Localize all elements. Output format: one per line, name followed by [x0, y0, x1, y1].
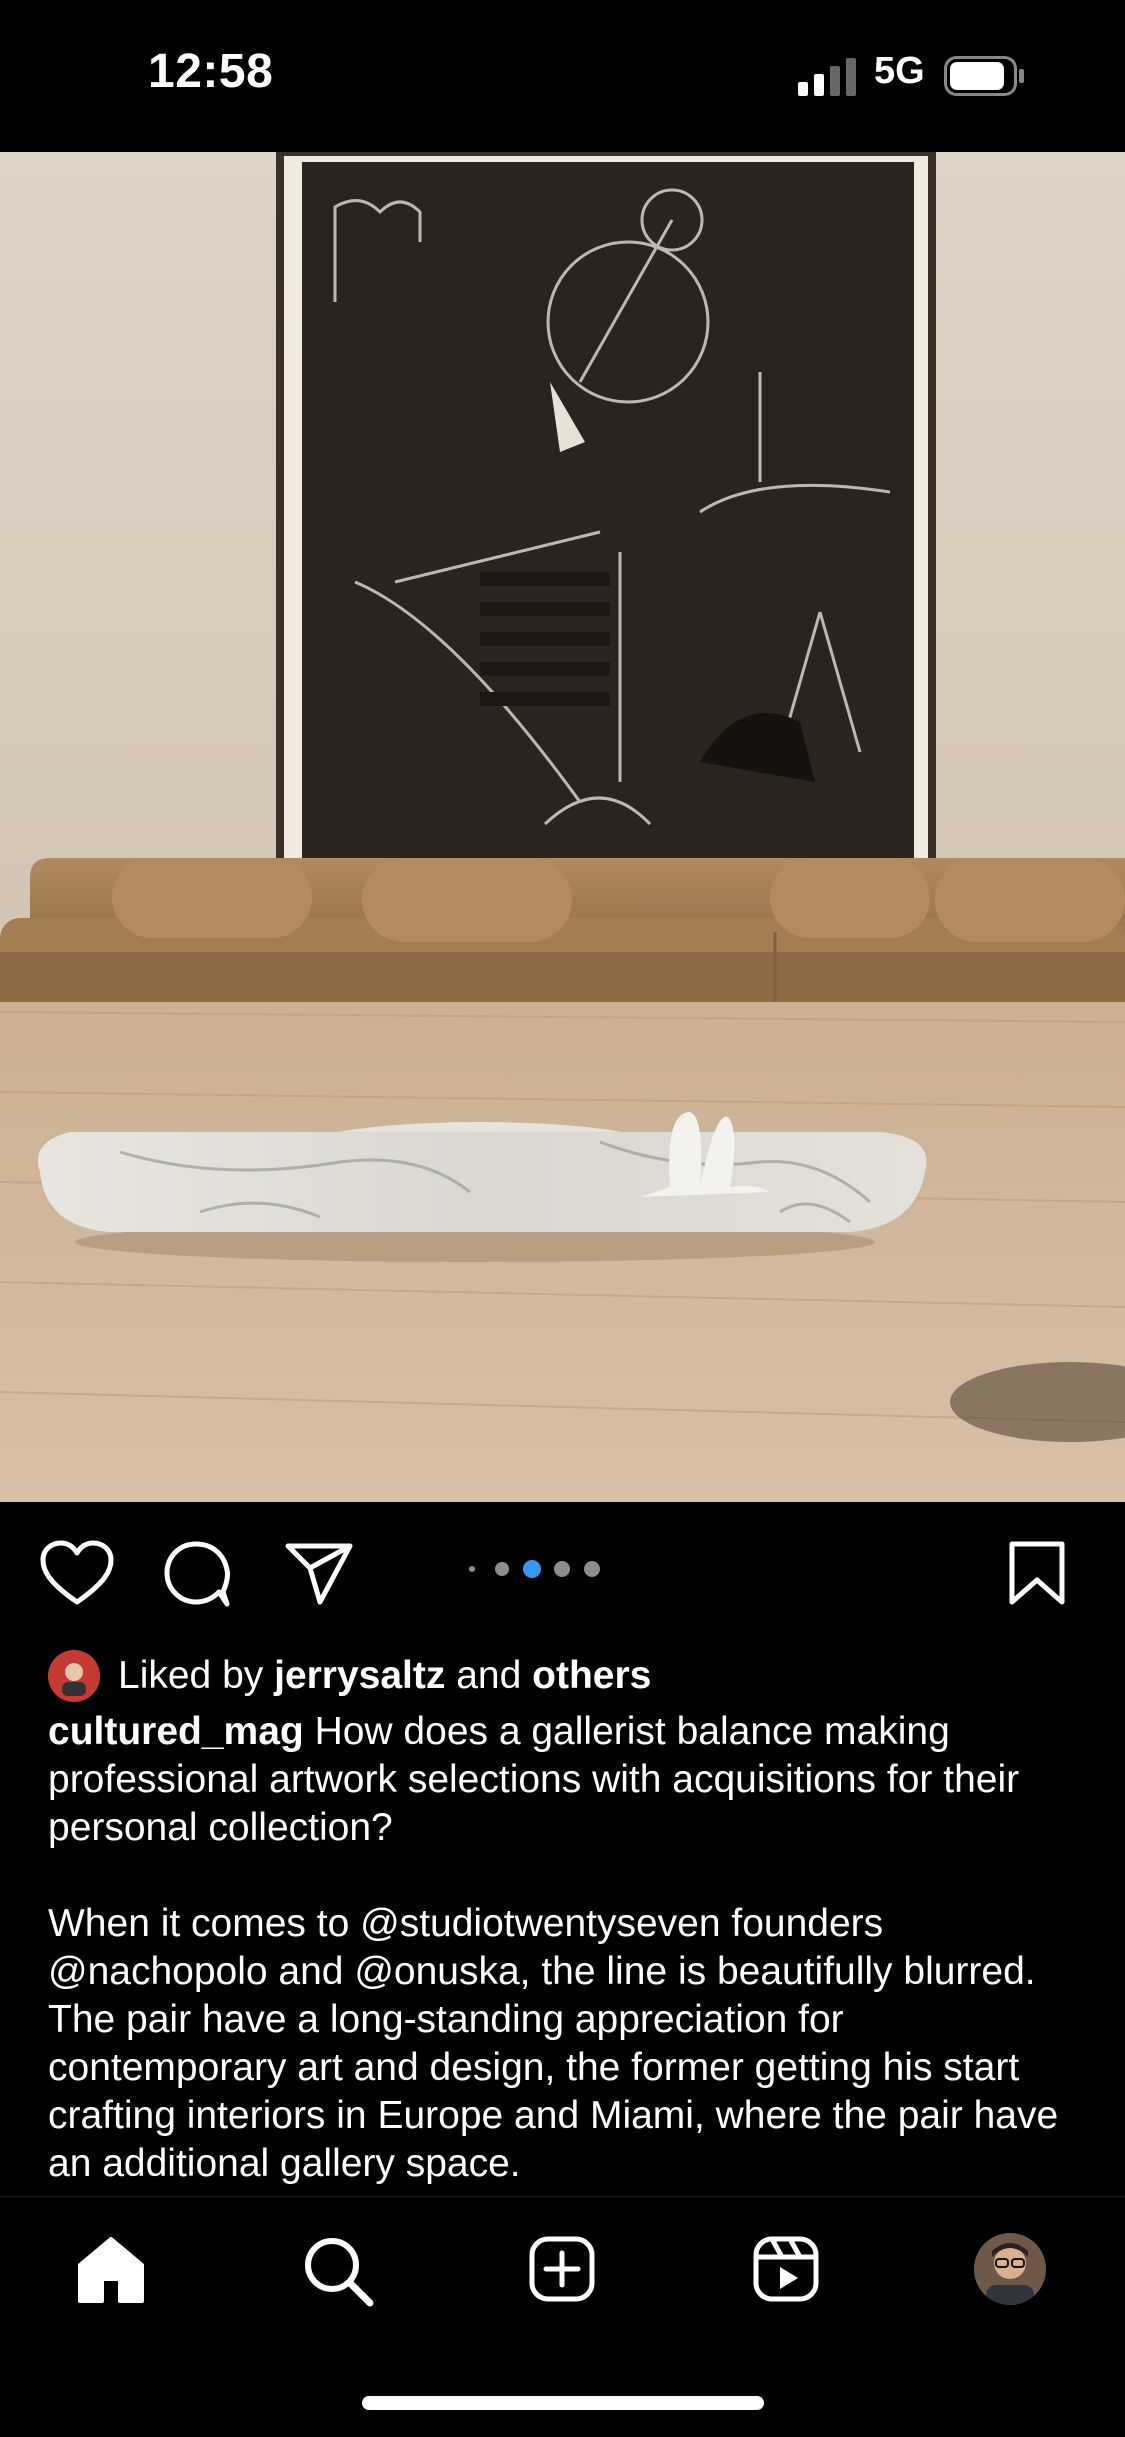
- comment-icon[interactable]: [163, 1540, 231, 1608]
- network-label: 5G: [874, 50, 925, 92]
- likes-joiner: and: [456, 1654, 522, 1697]
- likes-prefix: Liked by: [118, 1654, 264, 1697]
- heart-icon[interactable]: [40, 1540, 114, 1606]
- home-icon[interactable]: [76, 2235, 146, 2305]
- liker-username[interactable]: jerrysaltz: [274, 1654, 445, 1698]
- status-time: 12:58: [148, 45, 274, 98]
- photo-illustration: [0, 152, 1125, 1502]
- home-indicator[interactable]: [362, 2396, 764, 2410]
- likes-summary[interactable]: Liked by jerrysaltz and others: [48, 1648, 651, 1704]
- share-icon[interactable]: [284, 1542, 354, 1606]
- reels-icon[interactable]: [752, 2235, 820, 2303]
- post-caption: cultured_mag How does a gallerist balanc…: [48, 1708, 1078, 2188]
- caption-username[interactable]: cultured_mag: [48, 1710, 304, 1753]
- signal-icon: [798, 58, 856, 96]
- liker-avatar[interactable]: [48, 1650, 100, 1702]
- likes-others[interactable]: others: [532, 1654, 651, 1698]
- battery-icon: [944, 56, 1024, 96]
- create-icon[interactable]: [528, 2235, 596, 2303]
- status-bar: 12:58 5G: [0, 0, 1125, 152]
- caption-text-2: When it comes to @studiotwentyseven foun…: [48, 1902, 1059, 2185]
- profile-avatar[interactable]: [974, 2233, 1046, 2305]
- bookmark-icon[interactable]: [1008, 1540, 1066, 1606]
- post-photo[interactable]: [0, 152, 1125, 1502]
- search-icon[interactable]: [302, 2235, 374, 2307]
- carousel-indicator: [469, 1560, 600, 1578]
